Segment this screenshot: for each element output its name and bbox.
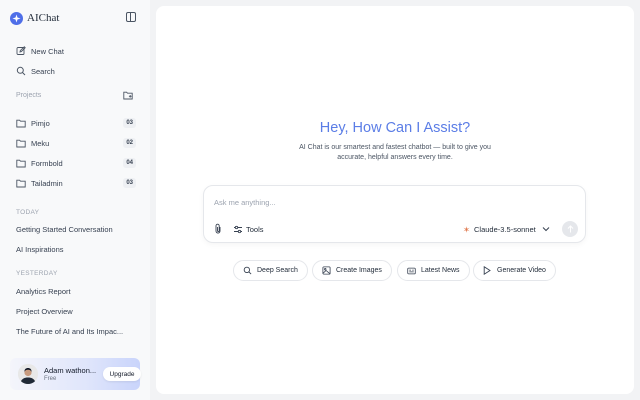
user-name: Adam wathon... (44, 366, 97, 375)
project-item[interactable]: Tailadmin 03 (16, 176, 136, 190)
chevron-down-icon (542, 225, 550, 233)
model-select[interactable]: Claude-3.5-sonnet (463, 223, 550, 235)
sidebar: AIChat New Chat Search Projects Pimjo 03… (0, 0, 150, 400)
search-icon (243, 266, 252, 275)
search-label: Search (31, 66, 55, 76)
arrow-up-icon (567, 220, 574, 238)
chat-history-item[interactable]: The Future of AI and Its Impac... (16, 327, 123, 336)
model-name: Claude-3.5-sonnet (474, 224, 536, 234)
main-panel: Hey, How Can I Assist? AI Chat is our sm… (156, 6, 634, 394)
chat-composer: Tools Claude-3.5-sonnet (203, 185, 586, 243)
search-button[interactable]: Search (16, 64, 55, 78)
suggestion-chip-generate-video[interactable]: Generate Video (473, 260, 556, 281)
tools-label: Tools (246, 224, 264, 234)
folder-plus-icon (122, 87, 133, 105)
send-button[interactable] (562, 221, 578, 237)
new-chat-label: New Chat (31, 46, 64, 56)
today-heading: TODAY (16, 209, 40, 216)
tools-button[interactable]: Tools (233, 223, 264, 235)
project-name: Tailadmin (31, 178, 63, 188)
sparkle-logo-icon (10, 11, 23, 25)
paperclip-icon (214, 221, 222, 239)
project-name: Formbold (31, 158, 63, 168)
suggestion-chip-latest-news[interactable]: Latest News (397, 260, 470, 281)
image-icon (322, 266, 331, 275)
search-icon (16, 66, 26, 76)
user-plan: Free (44, 376, 57, 382)
page-title: Hey, How Can I Assist? (319, 120, 471, 136)
app-name: AIChat (27, 12, 60, 24)
project-count-badge: 03 (123, 118, 136, 128)
play-icon (483, 266, 492, 275)
project-item[interactable]: Meku 02 (16, 136, 136, 150)
projects-heading: Projects (16, 92, 42, 99)
project-item[interactable]: Formbold 04 (16, 156, 136, 170)
chip-label: Latest News (421, 267, 460, 274)
suggestion-chip-deep-search[interactable]: Deep Search (233, 260, 308, 281)
news-icon (407, 266, 416, 275)
chat-history-item[interactable]: AI Inspirations (16, 245, 64, 254)
sidebar-toggle-icon[interactable] (126, 12, 136, 22)
project-name: Meku (31, 138, 50, 148)
project-name: Pimjo (31, 118, 50, 128)
chat-history-item[interactable]: Analytics Report (16, 287, 71, 296)
avatar[interactable] (18, 364, 38, 384)
folder-icon (16, 138, 26, 148)
project-count-badge: 04 (123, 158, 136, 168)
user-card: Adam wathon... Free Upgrade (10, 358, 141, 390)
chat-history-item[interactable]: Getting Started Conversation (16, 225, 113, 234)
folder-icon (16, 118, 26, 128)
chip-label: Generate Video (497, 267, 546, 274)
chip-label: Deep Search (257, 267, 298, 274)
project-item[interactable]: Pimjo 03 (16, 116, 136, 130)
page-subtitle: AI Chat is our smartest and fastest chat… (299, 144, 491, 161)
claude-logo-icon (463, 225, 470, 233)
message-input[interactable] (214, 196, 514, 208)
project-count-badge: 02 (123, 138, 136, 148)
attach-button[interactable] (213, 221, 223, 239)
folder-icon (16, 158, 26, 168)
brand[interactable]: AIChat (10, 10, 59, 26)
edit-icon (16, 46, 26, 56)
add-project-button[interactable] (120, 89, 135, 102)
upgrade-button[interactable]: Upgrade (103, 367, 141, 381)
yesterday-heading: YESTERDAY (16, 270, 58, 277)
chip-label: Create Images (336, 267, 382, 274)
suggestion-chip-create-images[interactable]: Create Images (312, 260, 392, 281)
chat-history-item[interactable]: Project Overview (16, 307, 73, 316)
new-chat-button[interactable]: New Chat (16, 44, 64, 58)
sliders-icon (233, 224, 243, 234)
project-count-badge: 03 (123, 178, 136, 188)
folder-icon (16, 178, 26, 188)
